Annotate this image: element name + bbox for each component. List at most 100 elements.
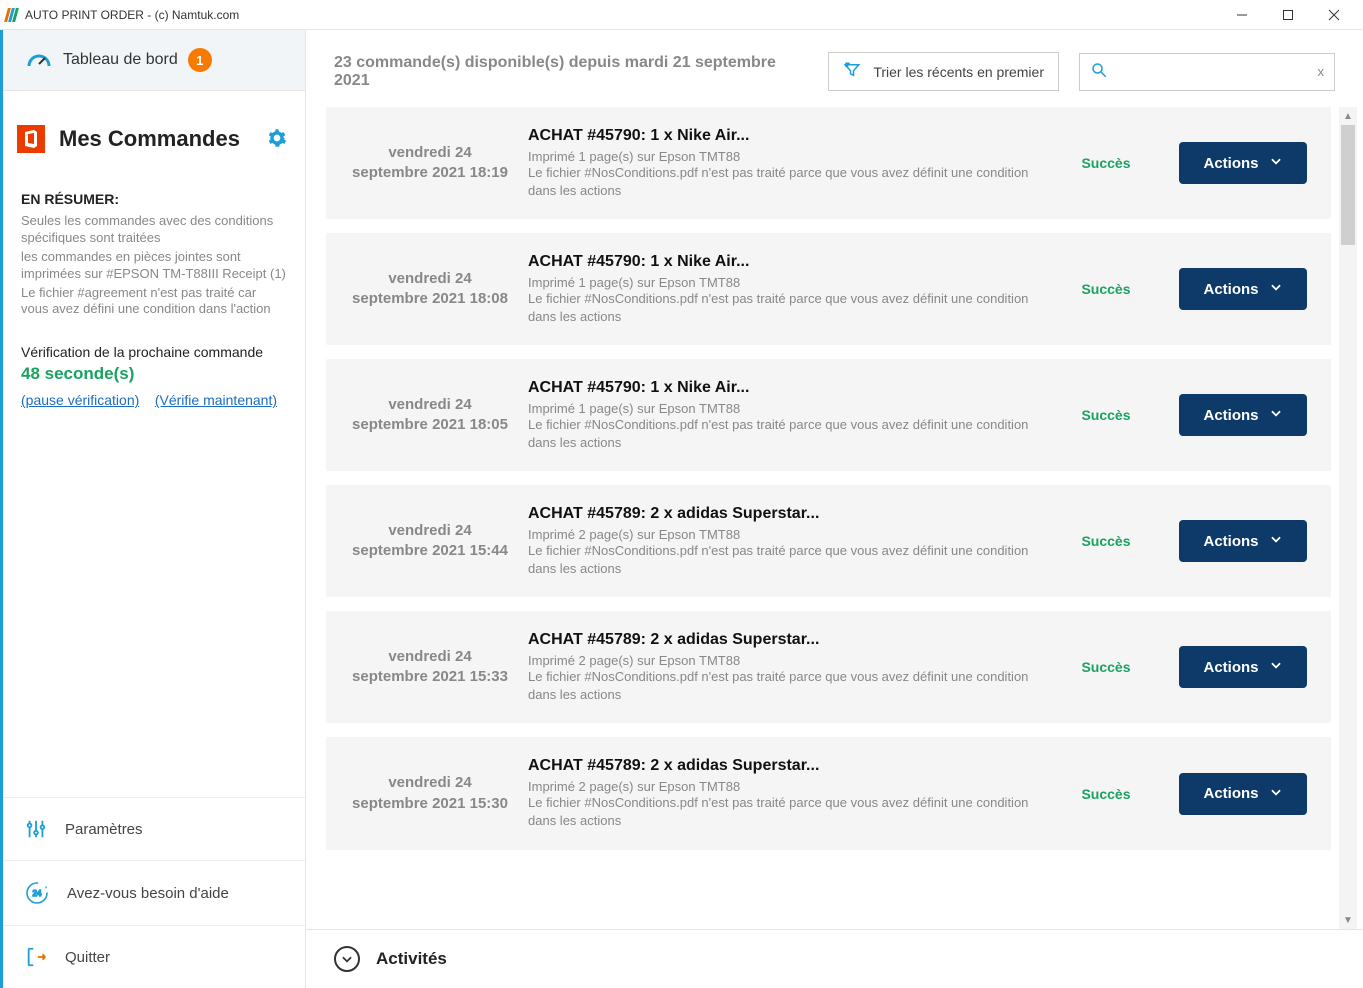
activities-label: Activités bbox=[376, 949, 447, 969]
window-titlebar: AUTO PRINT ORDER - (c) Namtuk.com bbox=[0, 0, 1363, 30]
actions-label: Actions bbox=[1203, 659, 1258, 676]
order-condition-info: Le fichier #NosConditions.pdf n'est pas … bbox=[528, 164, 1033, 199]
chevron-down-icon bbox=[1269, 154, 1283, 172]
actions-label: Actions bbox=[1203, 785, 1258, 802]
order-body: ACHAT #45790: 1 x Nike Air... Imprimé 1 … bbox=[528, 253, 1033, 325]
window-maximize-button[interactable] bbox=[1265, 0, 1311, 30]
order-print-info: Imprimé 1 page(s) sur Epson TMT88 bbox=[528, 149, 1033, 164]
window-close-button[interactable] bbox=[1311, 0, 1357, 30]
sidebar-item-dashboard[interactable]: Tableau de bord 1 bbox=[3, 30, 305, 91]
chevron-down-circle-icon bbox=[334, 946, 360, 972]
order-body: ACHAT #45789: 2 x adidas Superstar... Im… bbox=[528, 757, 1033, 829]
app-logo-icon bbox=[6, 8, 17, 22]
order-condition-info: Le fichier #NosConditions.pdf n'est pas … bbox=[528, 290, 1033, 325]
order-date: vendredi 24 septembre 2021 15:30 bbox=[350, 773, 510, 814]
search-box[interactable]: x bbox=[1079, 53, 1335, 91]
topbar: 23 commande(s) disponible(s) depuis mard… bbox=[306, 30, 1363, 107]
window-title: AUTO PRINT ORDER - (c) Namtuk.com bbox=[25, 8, 239, 22]
clear-search-button[interactable]: x bbox=[1318, 64, 1325, 79]
quit-label: Quitter bbox=[65, 949, 110, 966]
scrollbar[interactable]: ▲ ▼ bbox=[1339, 107, 1357, 929]
window-minimize-button[interactable] bbox=[1219, 0, 1265, 30]
orders-list: vendredi 24 septembre 2021 18:19 ACHAT #… bbox=[326, 107, 1331, 929]
order-title: ACHAT #45790: 1 x Nike Air... bbox=[528, 127, 1033, 145]
chevron-down-icon bbox=[1269, 280, 1283, 298]
chevron-down-icon bbox=[1269, 785, 1283, 803]
order-card: vendredi 24 septembre 2021 18:08 ACHAT #… bbox=[326, 233, 1331, 345]
sidebar: Tableau de bord 1 Mes Commandes EN RÉSUM… bbox=[0, 30, 306, 988]
settings-label: Paramètres bbox=[65, 821, 143, 838]
actions-button[interactable]: Actions bbox=[1179, 142, 1307, 184]
order-title: ACHAT #45790: 1 x Nike Air... bbox=[528, 253, 1033, 271]
order-title: ACHAT #45789: 2 x adidas Superstar... bbox=[528, 505, 1033, 523]
order-status: Succès bbox=[1051, 407, 1161, 423]
actions-label: Actions bbox=[1203, 533, 1258, 550]
summary-label: EN RÉSUMER: bbox=[21, 191, 287, 207]
scrollbar-thumb[interactable] bbox=[1341, 125, 1355, 245]
sort-recent-button[interactable]: Trier les récents en premier bbox=[828, 52, 1059, 91]
actions-label: Actions bbox=[1203, 407, 1258, 424]
order-status: Succès bbox=[1051, 786, 1161, 802]
order-status: Succès bbox=[1051, 659, 1161, 675]
order-print-info: Imprimé 1 page(s) sur Epson TMT88 bbox=[528, 275, 1033, 290]
actions-button[interactable]: Actions bbox=[1179, 394, 1307, 436]
summary-block: EN RÉSUMER: Seules les commandes avec de… bbox=[3, 171, 305, 320]
orders-heading: Mes Commandes bbox=[59, 126, 240, 152]
summary-line: Seules les commandes avec des conditions… bbox=[21, 213, 287, 247]
sidebar-item-quit[interactable]: Quitter bbox=[3, 925, 305, 988]
actions-label: Actions bbox=[1203, 155, 1258, 172]
order-body: ACHAT #45790: 1 x Nike Air... Imprimé 1 … bbox=[528, 379, 1033, 451]
order-status: Succès bbox=[1051, 533, 1161, 549]
order-date: vendredi 24 septembre 2021 18:05 bbox=[350, 395, 510, 436]
order-card: vendredi 24 septembre 2021 15:33 ACHAT #… bbox=[326, 611, 1331, 723]
verification-block: Vérification de la prochaine commande 48… bbox=[3, 320, 305, 408]
main-panel: 23 commande(s) disponible(s) depuis mard… bbox=[306, 30, 1363, 988]
order-print-info: Imprimé 1 page(s) sur Epson TMT88 bbox=[528, 401, 1033, 416]
order-status: Succès bbox=[1051, 155, 1161, 171]
search-input[interactable] bbox=[1116, 64, 1310, 80]
sidebar-item-help[interactable]: 24 Avez-vous besoin d'aide bbox=[3, 860, 305, 925]
chevron-down-icon bbox=[1269, 658, 1283, 676]
scrollbar-up-arrow[interactable]: ▲ bbox=[1339, 107, 1357, 125]
summary-line: les commandes en pièces jointes sont imp… bbox=[21, 249, 287, 283]
orders-count-summary: 23 commande(s) disponible(s) depuis mard… bbox=[334, 54, 808, 90]
order-condition-info: Le fichier #NosConditions.pdf n'est pas … bbox=[528, 542, 1033, 577]
actions-button[interactable]: Actions bbox=[1179, 520, 1307, 562]
settings-gear-icon[interactable] bbox=[267, 128, 287, 151]
order-condition-info: Le fichier #NosConditions.pdf n'est pas … bbox=[528, 794, 1033, 829]
help-label: Avez-vous besoin d'aide bbox=[67, 885, 229, 902]
order-date: vendredi 24 septembre 2021 18:08 bbox=[350, 269, 510, 310]
search-icon bbox=[1090, 61, 1108, 82]
sliders-icon bbox=[25, 818, 47, 840]
order-card: vendredi 24 septembre 2021 18:05 ACHAT #… bbox=[326, 359, 1331, 471]
support-24h-icon: 24 bbox=[25, 881, 49, 905]
order-condition-info: Le fichier #NosConditions.pdf n'est pas … bbox=[528, 668, 1033, 703]
scrollbar-down-arrow[interactable]: ▼ bbox=[1339, 911, 1357, 929]
dashboard-label: Tableau de bord bbox=[63, 51, 178, 69]
order-print-info: Imprimé 2 page(s) sur Epson TMT88 bbox=[528, 779, 1033, 794]
funnel-sort-icon bbox=[843, 61, 861, 82]
actions-button[interactable]: Actions bbox=[1179, 646, 1307, 688]
chevron-down-icon bbox=[1269, 532, 1283, 550]
orders-heading-row: Mes Commandes bbox=[17, 125, 287, 153]
actions-label: Actions bbox=[1203, 281, 1258, 298]
order-status: Succès bbox=[1051, 281, 1161, 297]
office-icon bbox=[17, 125, 45, 153]
order-title: ACHAT #45790: 1 x Nike Air... bbox=[528, 379, 1033, 397]
actions-button[interactable]: Actions bbox=[1179, 773, 1307, 815]
actions-button[interactable]: Actions bbox=[1179, 268, 1307, 310]
order-body: ACHAT #45789: 2 x adidas Superstar... Im… bbox=[528, 505, 1033, 577]
verify-now-link[interactable]: (Vérifie maintenant) bbox=[155, 392, 277, 408]
notification-badge: 1 bbox=[188, 48, 212, 72]
order-date: vendredi 24 septembre 2021 18:19 bbox=[350, 143, 510, 184]
order-print-info: Imprimé 2 page(s) sur Epson TMT88 bbox=[528, 527, 1033, 542]
activities-bar[interactable]: Activités bbox=[306, 929, 1363, 988]
order-condition-info: Le fichier #NosConditions.pdf n'est pas … bbox=[528, 416, 1033, 451]
order-title: ACHAT #45789: 2 x adidas Superstar... bbox=[528, 757, 1033, 775]
gauge-icon bbox=[25, 50, 53, 70]
chevron-down-icon bbox=[1269, 406, 1283, 424]
pause-verification-link[interactable]: (pause vérification) bbox=[21, 392, 139, 408]
order-print-info: Imprimé 2 page(s) sur Epson TMT88 bbox=[528, 653, 1033, 668]
verify-countdown: 48 seconde(s) bbox=[21, 364, 287, 384]
sidebar-item-settings[interactable]: Paramètres bbox=[3, 797, 305, 860]
